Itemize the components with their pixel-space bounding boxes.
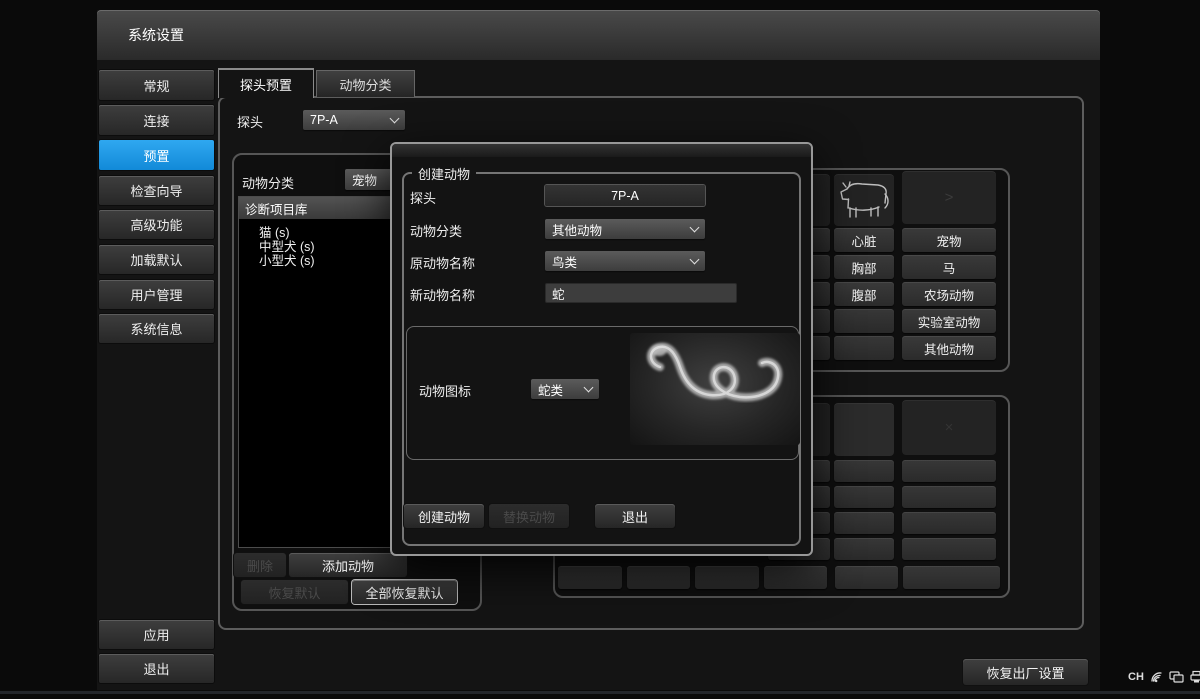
preset-slot[interactable] — [764, 566, 827, 589]
preset-slot[interactable] — [834, 512, 894, 534]
add-animal-button[interactable]: 添加动物 — [289, 553, 407, 577]
dialog-probe-value: 7P-A — [545, 185, 705, 206]
exam-button-heart[interactable]: 心脏 — [834, 228, 894, 252]
sidebar-item-system-info[interactable]: 系统信息 — [99, 314, 214, 343]
replace-animal-button: 替换动物 — [489, 504, 569, 528]
preset-slot[interactable] — [834, 336, 894, 360]
apply-button[interactable]: 应用 — [99, 620, 214, 649]
sidebar-item-user-mgmt[interactable]: 用户管理 — [99, 280, 214, 309]
status-icon-tray: CH — [1128, 670, 1200, 684]
printer-icon — [1189, 670, 1200, 684]
sidebar-item-preset[interactable]: 预置 — [99, 140, 214, 170]
sidebar-item-exam-wizard[interactable]: 检查向导 — [99, 176, 214, 205]
animal-icon-select[interactable]: 蛇类 — [531, 379, 599, 399]
sidebar-item-connect[interactable]: 连接 — [99, 105, 214, 135]
preset-slot[interactable] — [695, 566, 759, 589]
category-button-other[interactable]: 其他动物 — [902, 336, 996, 360]
dialog-source-select[interactable]: 鸟类 — [545, 251, 705, 271]
window-titlebar: 系统设置 — [97, 10, 1100, 60]
category-button-farm[interactable]: 农场动物 — [902, 282, 996, 306]
dialog-grip[interactable] — [392, 144, 811, 157]
exam-button-abdomen[interactable]: 腹部 — [834, 282, 894, 306]
create-animal-dialog: 创建动物 探头 7P-A 动物分类 其他动物 原动物名称 鸟类 新动物名称 动物… — [390, 142, 813, 556]
faint-close-glyph: × — [945, 419, 954, 436]
icon-group-box: 动物图标 蛇类 — [406, 326, 799, 460]
sidebar-item-general[interactable]: 常规 — [99, 70, 214, 100]
preset-slot[interactable] — [903, 566, 1000, 589]
probe-label: 探头 — [237, 112, 263, 131]
preset-slot[interactable] — [834, 538, 894, 560]
dialog-source-label: 原动物名称 — [410, 253, 475, 272]
faint-arrow-glyph: > — [945, 189, 954, 206]
exit-button[interactable]: 退出 — [99, 654, 214, 683]
new-animal-name-input[interactable] — [545, 283, 737, 303]
delete-button: 删除 — [234, 553, 286, 577]
bottom-divider — [0, 691, 1200, 694]
create-animal-button[interactable]: 创建动物 — [404, 504, 484, 528]
sidebar-item-load-default[interactable]: 加载默认 — [99, 245, 214, 274]
preset-slot[interactable] — [835, 566, 898, 589]
animal-icon-label: 动物图标 — [419, 381, 471, 400]
screen: 系统设置 常规 连接 预置 检查向导 高级功能 加载默认 用户管理 系统信息 应… — [0, 0, 1200, 699]
dialog-probe-label: 探头 — [410, 188, 436, 207]
preset-slot[interactable] — [627, 566, 690, 589]
animal-icon-slot[interactable] — [834, 403, 894, 456]
chevron-down-icon — [690, 222, 700, 232]
probe-select[interactable]: 7P-A — [303, 110, 405, 130]
exam-button-chest[interactable]: 胸部 — [834, 255, 894, 279]
preset-slot[interactable] — [902, 486, 996, 508]
snake-icon — [630, 333, 800, 445]
chevron-down-icon — [690, 254, 700, 264]
preset-slot[interactable] — [834, 309, 894, 333]
page-title: 系统设置 — [128, 25, 184, 45]
preset-slot[interactable] — [834, 460, 894, 482]
language-indicator: CH — [1128, 671, 1144, 683]
dialog-exit-button[interactable]: 退出 — [595, 504, 675, 528]
chevron-down-icon — [390, 113, 400, 123]
animal-category-label: 动物分类 — [242, 173, 294, 192]
dual-display-icon — [1169, 670, 1184, 684]
restore-all-default-button[interactable]: 全部恢复默认 — [352, 580, 457, 604]
tab-animal-category[interactable]: 动物分类 — [316, 70, 415, 97]
factory-reset-button[interactable]: 恢复出厂设置 — [963, 659, 1088, 685]
preset-slot[interactable] — [902, 460, 996, 482]
signal-icon — [1149, 670, 1164, 684]
preset-slot[interactable] — [902, 512, 996, 534]
close-slot[interactable]: × — [902, 400, 996, 455]
next-arrow-slot[interactable]: > — [902, 171, 996, 224]
preset-slot[interactable] — [902, 538, 996, 560]
dialog-category-select[interactable]: 其他动物 — [545, 219, 705, 239]
category-button-pet[interactable]: 宠物 — [902, 228, 996, 252]
category-button-lab[interactable]: 实验室动物 — [902, 309, 996, 333]
sidebar-item-advanced[interactable]: 高级功能 — [99, 210, 214, 239]
chevron-down-icon — [584, 382, 594, 392]
dialog-title: 创建动物 — [412, 164, 476, 183]
cow-icon[interactable] — [834, 174, 894, 226]
dialog-category-label: 动物分类 — [410, 221, 462, 240]
tab-probe-preset[interactable]: 探头预置 — [218, 68, 314, 98]
category-button-horse[interactable]: 马 — [902, 255, 996, 279]
restore-default-button: 恢复默认 — [241, 580, 348, 604]
preset-slot[interactable] — [834, 486, 894, 508]
preset-slot[interactable] — [558, 566, 622, 589]
dialog-name-label: 新动物名称 — [410, 285, 475, 304]
